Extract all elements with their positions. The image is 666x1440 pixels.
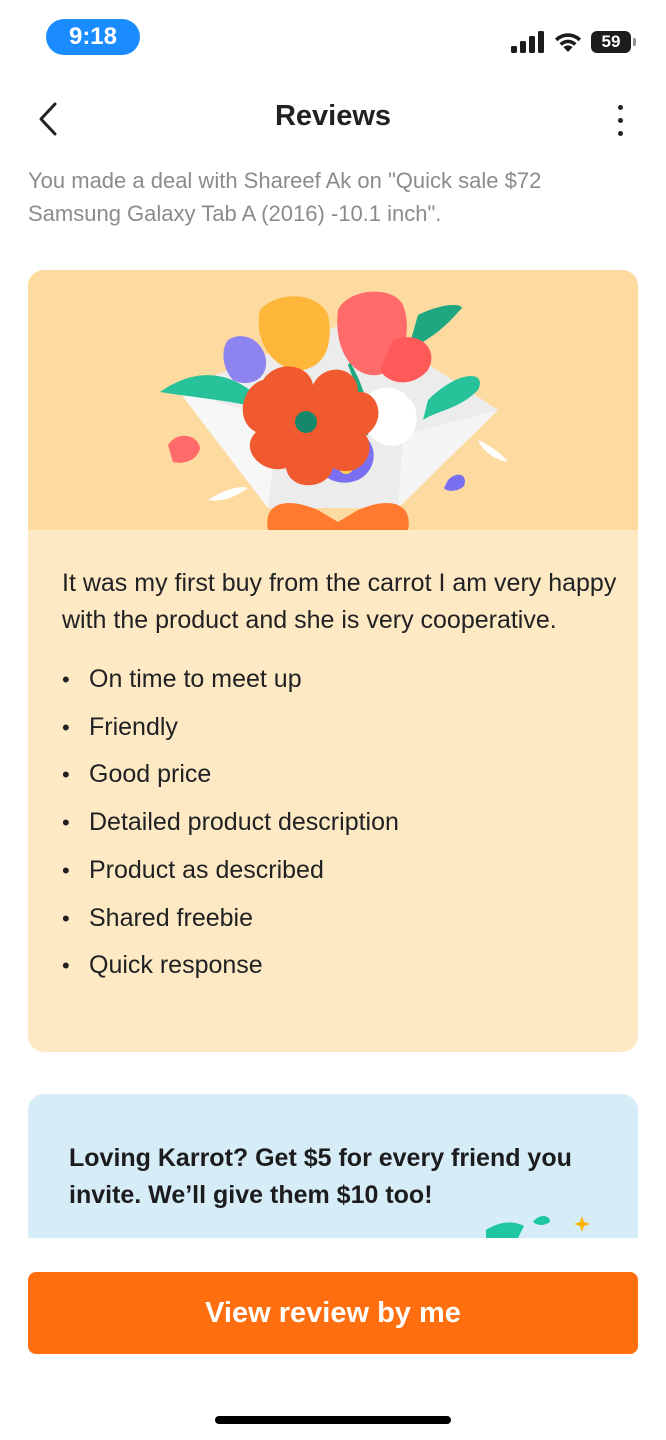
review-tag: Detailed product description xyxy=(62,799,622,847)
promo-banner[interactable]: Loving Karrot? Get $5 for every friend y… xyxy=(28,1094,638,1238)
page-title: Reviews xyxy=(274,100,392,132)
status-bar: 9:18 59 xyxy=(0,0,666,78)
header: Reviews xyxy=(0,84,666,154)
illustration-banner xyxy=(28,270,638,530)
review-body: It was my first buy from the carrot I am… xyxy=(62,565,622,990)
signal-icon xyxy=(511,31,544,53)
status-time: 9:18 xyxy=(46,19,140,55)
review-tag: Shared freebie xyxy=(62,895,622,943)
review-tag: Product as described xyxy=(62,847,622,895)
status-icons: 59 xyxy=(511,28,636,56)
more-vertical-icon-dot xyxy=(617,130,623,136)
home-indicator xyxy=(215,1416,451,1424)
battery-icon: 59 xyxy=(591,31,631,53)
review-text: It was my first buy from the carrot I am… xyxy=(62,569,617,634)
promo-text: Loving Karrot? Get $5 for every friend y… xyxy=(69,1144,572,1209)
review-tag: Good price xyxy=(62,751,622,799)
more-vertical-icon-dot xyxy=(617,117,623,123)
gift-icon xyxy=(486,1216,590,1238)
more-vertical-icon xyxy=(617,104,623,110)
review-tag: Friendly xyxy=(62,704,622,752)
review-tags: On time to meet up Friendly Good price D… xyxy=(62,656,622,990)
flower-bouquet-illustration xyxy=(160,291,508,530)
more-options-button[interactable] xyxy=(608,98,632,142)
battery-cap xyxy=(633,38,636,46)
deal-description: You made a deal with Shareef Ak on "Quic… xyxy=(28,168,542,226)
review-tag: Quick response xyxy=(62,942,622,990)
review-tag: On time to meet up xyxy=(62,656,622,704)
view-review-by-me-button[interactable]: View review by me xyxy=(28,1272,638,1354)
wifi-icon xyxy=(555,33,581,52)
review-card: It was my first buy from the carrot I am… xyxy=(28,270,638,1052)
